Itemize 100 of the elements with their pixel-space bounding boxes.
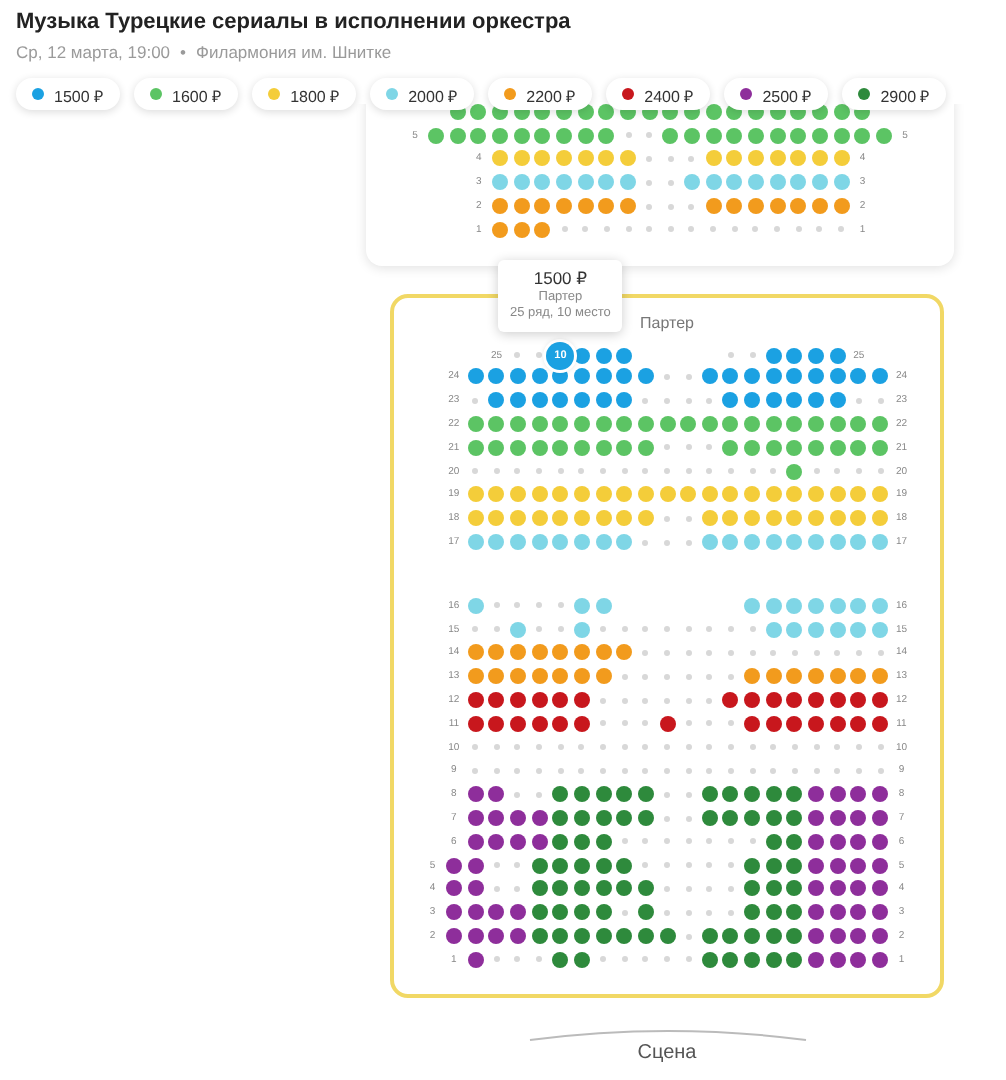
unavailable-seat: [621, 720, 628, 727]
unavailable-seat: [685, 744, 692, 751]
unavailable-seat: [600, 626, 607, 633]
unavailable-seat: [688, 155, 695, 162]
unavailable-seat: [664, 444, 670, 451]
unavailable-seat: [795, 226, 802, 233]
unavailable-seat: [493, 626, 500, 633]
unavailable-seat: [514, 352, 521, 359]
unavailable-seat: [685, 649, 692, 656]
unavailable-seat: [642, 956, 649, 963]
unavailable-seat: [642, 862, 649, 869]
unavailable-seat: [688, 226, 695, 233]
unavailable-seat: [688, 203, 695, 210]
unavailable-seat: [685, 697, 692, 704]
unavailable-seat: [472, 626, 479, 633]
unavailable-seat: [621, 744, 628, 751]
unavailable-seat: [727, 767, 734, 774]
event-date: Ср, 12 марта, 19:00: [16, 42, 171, 64]
unavailable-seat: [536, 468, 543, 475]
unavailable-seat: [706, 838, 713, 845]
unavailable-seat: [514, 956, 521, 963]
unavailable-seat: [749, 626, 756, 633]
unavailable-seat: [646, 132, 653, 139]
price-filter-chip[interactable]: 2900 ₽: [842, 78, 947, 110]
unavailable-seat: [706, 862, 713, 869]
unavailable-seat: [557, 767, 564, 774]
unavailable-seat: [642, 720, 649, 727]
unavailable-seat: [685, 933, 692, 939]
unavailable-seat: [706, 744, 713, 751]
unavailable-seat: [642, 539, 649, 546]
unavailable-seat: [642, 649, 649, 656]
unavailable-seat: [642, 767, 649, 774]
unavailable-seat: [514, 468, 521, 475]
unavailable-seat: [621, 909, 628, 916]
unavailable-seat: [855, 767, 862, 774]
unavailable-seat: [791, 744, 798, 751]
unavailable-seat: [664, 862, 670, 869]
venue-name: Филармония им. Шнитке: [196, 42, 392, 64]
unavailable-seat: [749, 838, 756, 845]
price-filter-chip[interactable]: 2500 ₽: [724, 78, 829, 110]
unavailable-seat: [727, 626, 734, 633]
unavailable-seat: [625, 132, 632, 139]
unavailable-seat: [514, 862, 521, 869]
unavailable-seat: [621, 697, 628, 704]
unavailable-seat: [813, 649, 820, 656]
unavailable-seat: [667, 179, 674, 186]
unavailable-seat: [706, 673, 713, 680]
unavailable-seat: [578, 744, 585, 751]
unavailable-seat: [664, 885, 670, 892]
unavailable-seat: [600, 720, 607, 727]
unavailable-seat: [493, 767, 500, 774]
unavailable-seat: [727, 649, 734, 656]
unavailable-seat: [706, 885, 713, 892]
unavailable-seat: [791, 767, 798, 774]
unavailable-seat: [561, 226, 568, 233]
unavailable-seat: [685, 673, 692, 680]
unavailable-seat: [664, 515, 670, 522]
unavailable-seat: [706, 397, 713, 404]
price-filter-chip[interactable]: 2400 ₽: [606, 78, 711, 110]
unavailable-seat: [536, 744, 543, 751]
price-filter-chip[interactable]: 2000 ₽: [370, 78, 475, 110]
unavailable-seat: [813, 744, 820, 751]
unavailable-seat: [685, 791, 692, 798]
unavailable-seat: [514, 767, 521, 774]
unavailable-seat: [710, 226, 717, 233]
price-filter-chip[interactable]: 1600 ₽: [134, 78, 239, 110]
unavailable-seat: [557, 468, 564, 475]
unavailable-seat: [642, 397, 649, 404]
unavailable-seat: [834, 744, 841, 751]
unavailable-seat: [664, 373, 670, 380]
unavailable-seat: [834, 468, 841, 475]
unavailable-seat: [536, 602, 543, 609]
unavailable-seat: [667, 226, 674, 233]
unavailable-seat: [493, 744, 500, 751]
price-filter-chip[interactable]: 1800 ₽: [252, 78, 357, 110]
unavailable-seat: [642, 697, 649, 704]
unavailable-seat: [770, 744, 777, 751]
unavailable-seat: [706, 909, 713, 916]
unavailable-seat: [770, 649, 777, 656]
unavailable-seat: [557, 626, 564, 633]
unavailable-seat: [727, 838, 734, 845]
unavailable-seat: [706, 444, 713, 451]
unavailable-seat: [816, 226, 823, 233]
unavailable-seat: [582, 226, 589, 233]
unavailable-seat: [877, 397, 884, 404]
unavailable-seat: [727, 673, 734, 680]
unavailable-seat: [536, 791, 543, 798]
unavailable-seat: [877, 468, 884, 475]
unavailable-seat: [664, 956, 670, 963]
unavailable-seat: [855, 468, 862, 475]
unavailable-seat: [685, 838, 692, 845]
unavailable-seat: [685, 767, 692, 774]
unavailable-seat: [855, 397, 862, 404]
price-filter-chip[interactable]: 2200 ₽: [488, 78, 593, 110]
unavailable-seat: [600, 697, 607, 704]
unavailable-seat: [706, 649, 713, 656]
price-filter-chip[interactable]: 1500 ₽: [16, 78, 121, 110]
unavailable-seat: [727, 720, 734, 727]
unavailable-seat: [603, 226, 610, 233]
unavailable-seat: [685, 444, 692, 451]
